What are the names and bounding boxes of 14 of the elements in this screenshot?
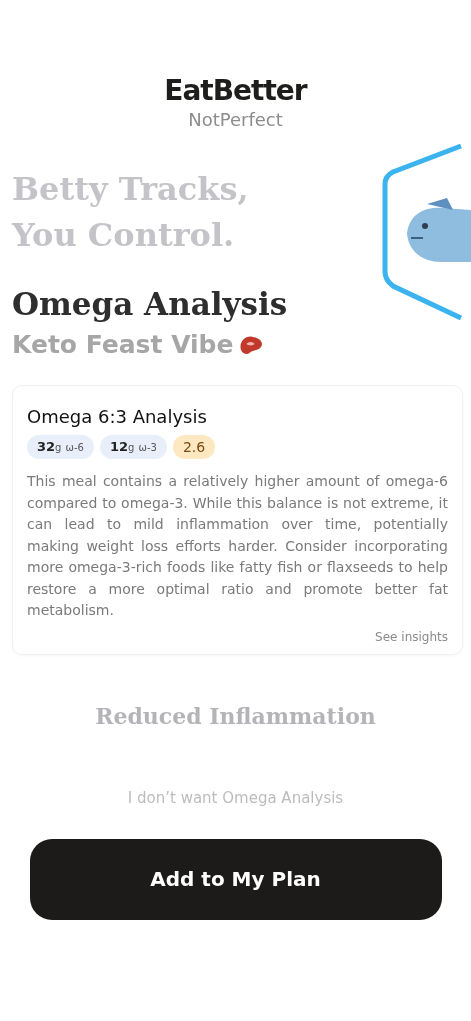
- benefit-heading: Reduced Inflammation: [95, 702, 376, 729]
- app-tagline: NotPerfect: [188, 109, 283, 130]
- analysis-text: This meal contains a relatively higher amount of omega-6 compared to omega-3. While this balance is not extreme, it can lead to mild inflammation over time, potentially making weight loss efforts harder. Consider incorporating more omega-3-rich foods like fatty fish or flaxseeds to help restore a more optimal ratio and promote better fat metabolism.: [27, 472, 448, 620]
- omega-amount-pill: 12g ω-3: [99, 435, 167, 459]
- slogan: Betty Tracks, You Control.: [12, 169, 250, 256]
- page-title: Omega Analysis: [12, 286, 289, 322]
- app-logo-name: EatBetter: [164, 74, 307, 107]
- see-insights-link[interactable]: See insights: [375, 629, 448, 644]
- page-subtitle: Keto Feast Vibe: [12, 330, 234, 359]
- add-to-plan-button[interactable]: Add to My Plan: [29, 838, 442, 920]
- card-title: Omega 6:3 Analysis: [27, 406, 208, 427]
- omega-amount-pill: 32g ω-6: [27, 435, 94, 459]
- ratio-pill: 2.6: [172, 435, 216, 459]
- fish-badge-icon: [381, 142, 471, 322]
